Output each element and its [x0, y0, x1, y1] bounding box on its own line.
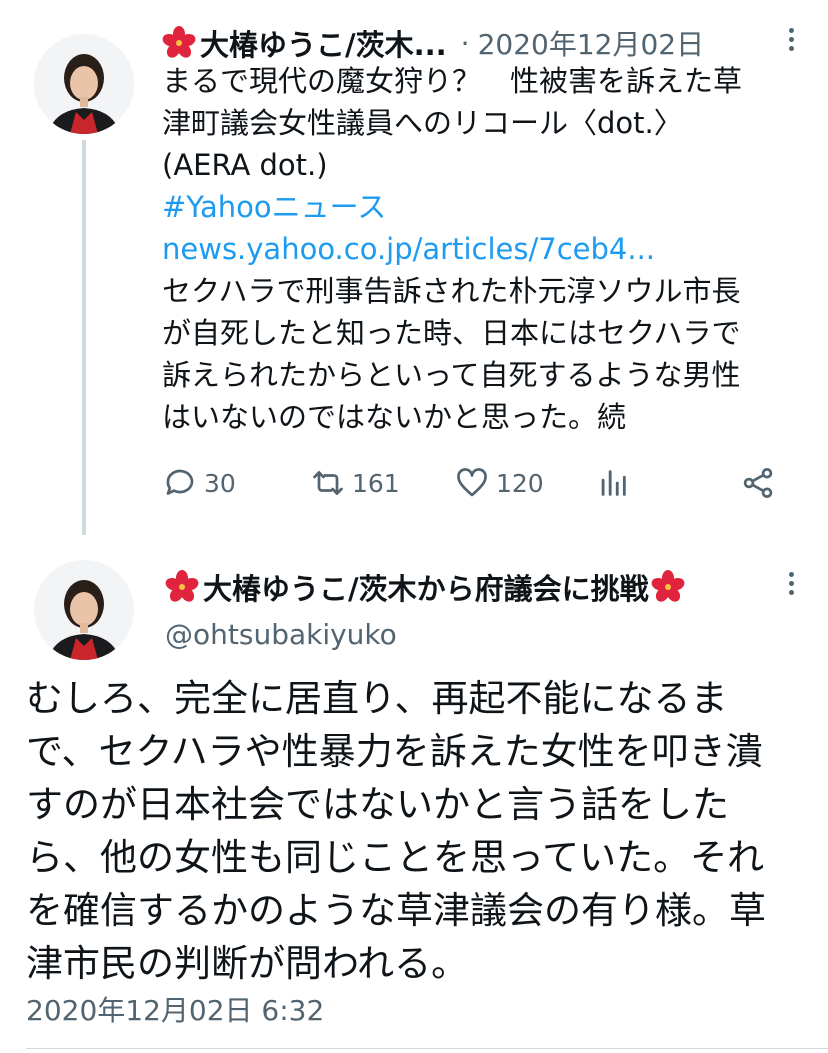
tweet2-text-line: 津市民の判断が問われる。: [26, 942, 469, 985]
retweet-count: 161: [352, 468, 400, 498]
avatar[interactable]: [34, 560, 134, 660]
tweet2-handle[interactable]: @ohtsubakiyuko: [165, 618, 397, 651]
like-count: 120: [496, 468, 544, 498]
tweet2-timestamp[interactable]: 2020年12月02日 6:32: [26, 989, 324, 1029]
tweet2-text-line: で、セクハラや性暴力を訴えた女性を叩き潰: [26, 730, 763, 773]
views-icon: [596, 465, 636, 501]
tweet1-body-line: が自死したと知った時、日本にはセクハラで: [162, 316, 741, 350]
share-icon: [740, 465, 782, 501]
retweet-button[interactable]: 161: [310, 458, 400, 508]
tweet1-header: 大椿ゆうこ/茨木... · 2020年12月02日: [162, 22, 704, 64]
tweet1-text-line: まるで現代の魔女狩り？ 性被害を訴えた草: [162, 64, 743, 98]
tweet1-text-line: 津町議会女性議員へのリコール〈dot.〉: [162, 106, 683, 140]
share-button[interactable]: [740, 458, 782, 508]
thread-connector-line: [82, 140, 86, 535]
tweet1-text-line: (AERA dot.): [162, 148, 328, 182]
tweet1-date[interactable]: 2020年12月02日: [478, 23, 705, 63]
tweet2-text: むしろ、完全に居直り、再起不能になるま で、セクハラや性暴力を訴えた女性を叩き潰…: [26, 672, 806, 990]
tweet2-header: 大椿ゆうこ/茨木から府議会に挑戦: [165, 566, 685, 608]
tweet1-author-name[interactable]: 大椿ゆうこ/茨木...: [200, 22, 447, 64]
divider: [26, 1048, 828, 1049]
tweet1-body-line: 訴えられたからといって自死するような男性: [162, 358, 741, 392]
like-icon: [454, 465, 496, 501]
avatar[interactable]: [34, 34, 134, 134]
tweet2-text-line: むしろ、完全に居直り、再起不能になるま: [26, 677, 728, 720]
tweet1-action-bar: 30 161 120: [162, 458, 788, 508]
hashtag-link[interactable]: #Yahooニュース: [162, 186, 802, 228]
hibiscus-emoji-icon: [162, 26, 196, 60]
tweet2-text-line: ら、他の女性も同じことを思っていた。それ: [26, 836, 765, 879]
article-link[interactable]: news.yahoo.co.jp/articles/7ceb4...: [162, 228, 802, 270]
tweet1-body-line: はいないのではないかと思った。続: [162, 400, 627, 434]
hibiscus-emoji-icon: [651, 570, 685, 604]
tweet1-text: まるで現代の魔女狩り？ 性被害を訴えた草 津町議会女性議員へのリコール〈dot.…: [162, 60, 802, 438]
views-button[interactable]: [596, 458, 636, 508]
retweet-icon: [310, 465, 352, 501]
hibiscus-emoji-icon: [165, 570, 199, 604]
tweet2-text-line: を確信するかのような草津議会の有り様。草: [26, 889, 766, 932]
reply-button[interactable]: 30: [162, 458, 236, 508]
separator-dot: ·: [460, 26, 470, 60]
reply-count: 30: [204, 468, 236, 498]
like-button[interactable]: 120: [454, 458, 544, 508]
reply-icon: [162, 465, 204, 501]
more-icon[interactable]: [781, 28, 801, 51]
tweet2-author-name[interactable]: 大椿ゆうこ/茨木から府議会に挑戦: [203, 566, 649, 608]
tweet2-text-line: すのが日本社会ではないかと言う話をした: [26, 783, 729, 826]
tweet1-body-line: セクハラで刑事告訴された朴元淳ソウル市長: [162, 274, 741, 308]
more-icon[interactable]: [781, 572, 801, 595]
